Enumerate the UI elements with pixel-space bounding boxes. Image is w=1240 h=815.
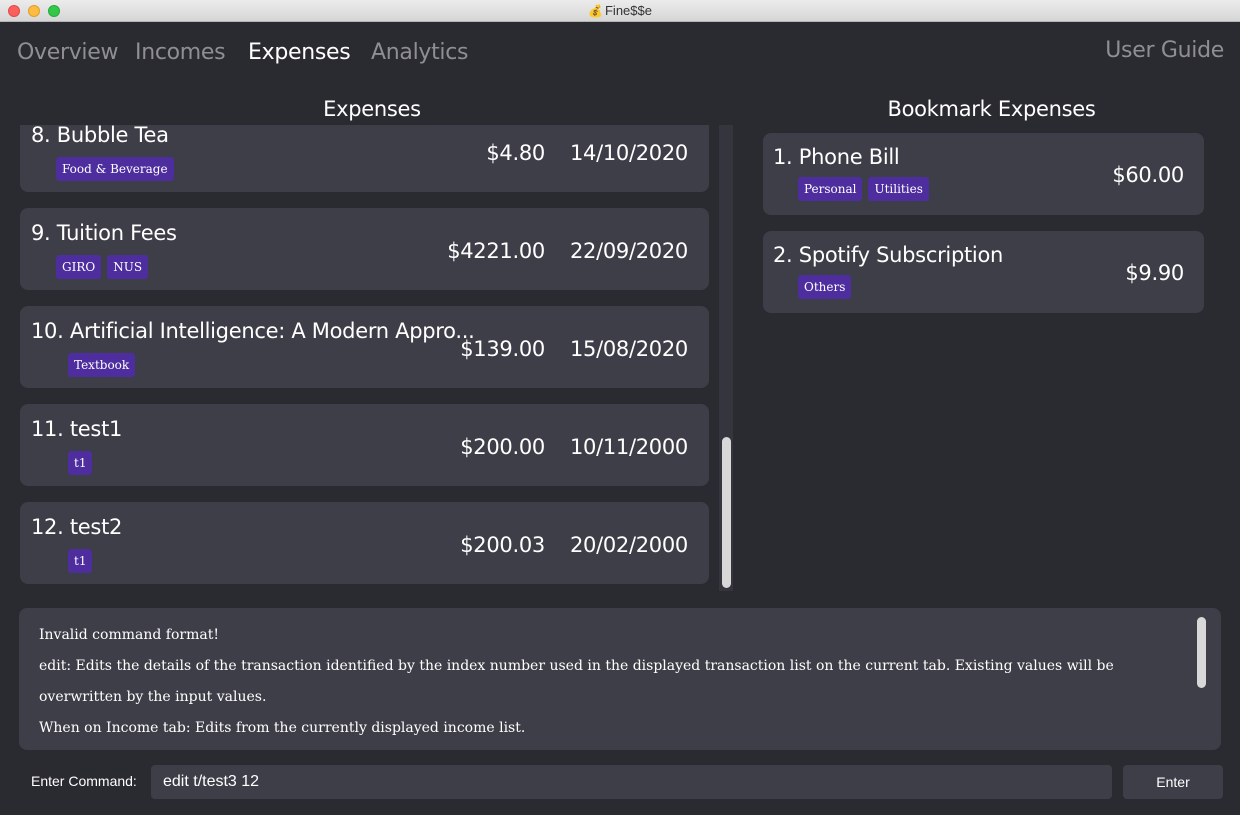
expense-date: 15/08/2020	[569, 337, 688, 361]
bookmark-name: 2. Spotify Subscription	[773, 243, 1003, 267]
expense-name: 12. test2	[31, 515, 123, 539]
bookmark-amount: $60.00	[1112, 163, 1184, 187]
expense-tag: GIRO	[56, 255, 102, 279]
tab-overview[interactable]: Overview	[17, 40, 118, 65]
expense-tags: t1	[68, 451, 93, 475]
expenses-panel-title: Expenses	[323, 97, 421, 121]
expense-tags: Food & Beverage	[56, 157, 174, 181]
bookmark-tags: Others	[798, 275, 852, 299]
tab-analytics[interactable]: Analytics	[371, 40, 469, 65]
expense-tag: t1	[68, 451, 93, 475]
expense-card[interactable]: 8. Bubble Tea Food & Beverage $4.80 14/1…	[20, 125, 709, 192]
bookmark-tag: Utilities	[868, 177, 929, 201]
tab-expenses[interactable]: Expenses	[248, 40, 351, 65]
expense-list[interactable]: 8. Bubble Tea Food & Beverage $4.80 14/1…	[20, 125, 710, 587]
expense-amount: $200.03	[460, 533, 545, 557]
expense-tag: NUS	[107, 255, 149, 279]
expense-tag: Textbook	[68, 353, 136, 377]
expense-name: 9. Tuition Fees	[31, 221, 177, 245]
bookmark-tag: Others	[798, 275, 852, 299]
user-guide-button[interactable]: User Guide	[1105, 38, 1224, 63]
window-title: 💰 Fine$$e	[588, 3, 652, 18]
expense-list-scroll-thumb[interactable]	[722, 437, 731, 588]
expense-card[interactable]: 10. Artificial Intelligence: A Modern Ap…	[20, 306, 709, 388]
result-text: Invalid command format! edit: Edits the …	[39, 620, 1179, 744]
expense-name: 8. Bubble Tea	[31, 125, 169, 147]
bookmark-tag: Personal	[798, 177, 863, 201]
expense-date: 10/11/2000	[569, 435, 688, 459]
expense-tag: t1	[68, 549, 93, 573]
expense-amount: $4221.00	[447, 239, 545, 263]
expense-tags: Textbook	[68, 353, 136, 377]
bookmark-card[interactable]: 2. Spotify Subscription Others $9.90	[763, 231, 1204, 313]
bookmark-amount: $9.90	[1125, 261, 1184, 285]
expense-card[interactable]: 12. test2 t1 $200.03 20/02/2000	[20, 502, 709, 584]
expense-amount: $4.80	[486, 141, 545, 165]
window-titlebar: 💰 Fine$$e	[0, 0, 1240, 22]
expense-date: 22/09/2020	[569, 239, 688, 263]
expense-card[interactable]: 9. Tuition Fees GIRO NUS $4221.00 22/09/…	[20, 208, 709, 290]
expense-name: 10. Artificial Intelligence: A Modern Ap…	[31, 319, 475, 343]
expense-date: 20/02/2000	[569, 533, 688, 557]
result-line: edit: Edits the details of the transacti…	[39, 658, 1114, 705]
result-display[interactable]: Invalid command format! edit: Edits the …	[19, 608, 1221, 750]
tab-incomes[interactable]: Incomes	[135, 40, 226, 65]
bookmark-panel-title: Bookmark Expenses	[887, 97, 1096, 121]
command-input[interactable]: edit t/test3 12	[151, 765, 1112, 799]
expense-tags: t1	[68, 549, 93, 573]
expense-tags: GIRO NUS	[56, 255, 149, 279]
expense-card[interactable]: 11. test1 t1 $200.00 10/11/2000	[20, 404, 709, 486]
expense-date: 14/10/2020	[569, 141, 688, 165]
result-scroll-thumb[interactable]	[1197, 617, 1206, 688]
result-line: When on Income tab: Edits from the curre…	[39, 720, 526, 736]
bookmark-tags: Personal Utilities	[798, 177, 929, 201]
result-line: Invalid command format!	[39, 627, 219, 643]
expense-amount: $200.00	[460, 435, 545, 459]
expense-amount: $139.00	[460, 337, 545, 361]
enter-button[interactable]: Enter	[1123, 765, 1223, 799]
bookmark-name: 1. Phone Bill	[773, 145, 900, 169]
money-bag-icon: 💰	[588, 4, 603, 18]
expense-tag: Food & Beverage	[56, 157, 174, 181]
expense-name: 11. test1	[31, 417, 123, 441]
bookmark-card[interactable]: 1. Phone Bill Personal Utilities $60.00	[763, 133, 1204, 215]
command-label: Enter Command:	[31, 773, 137, 789]
